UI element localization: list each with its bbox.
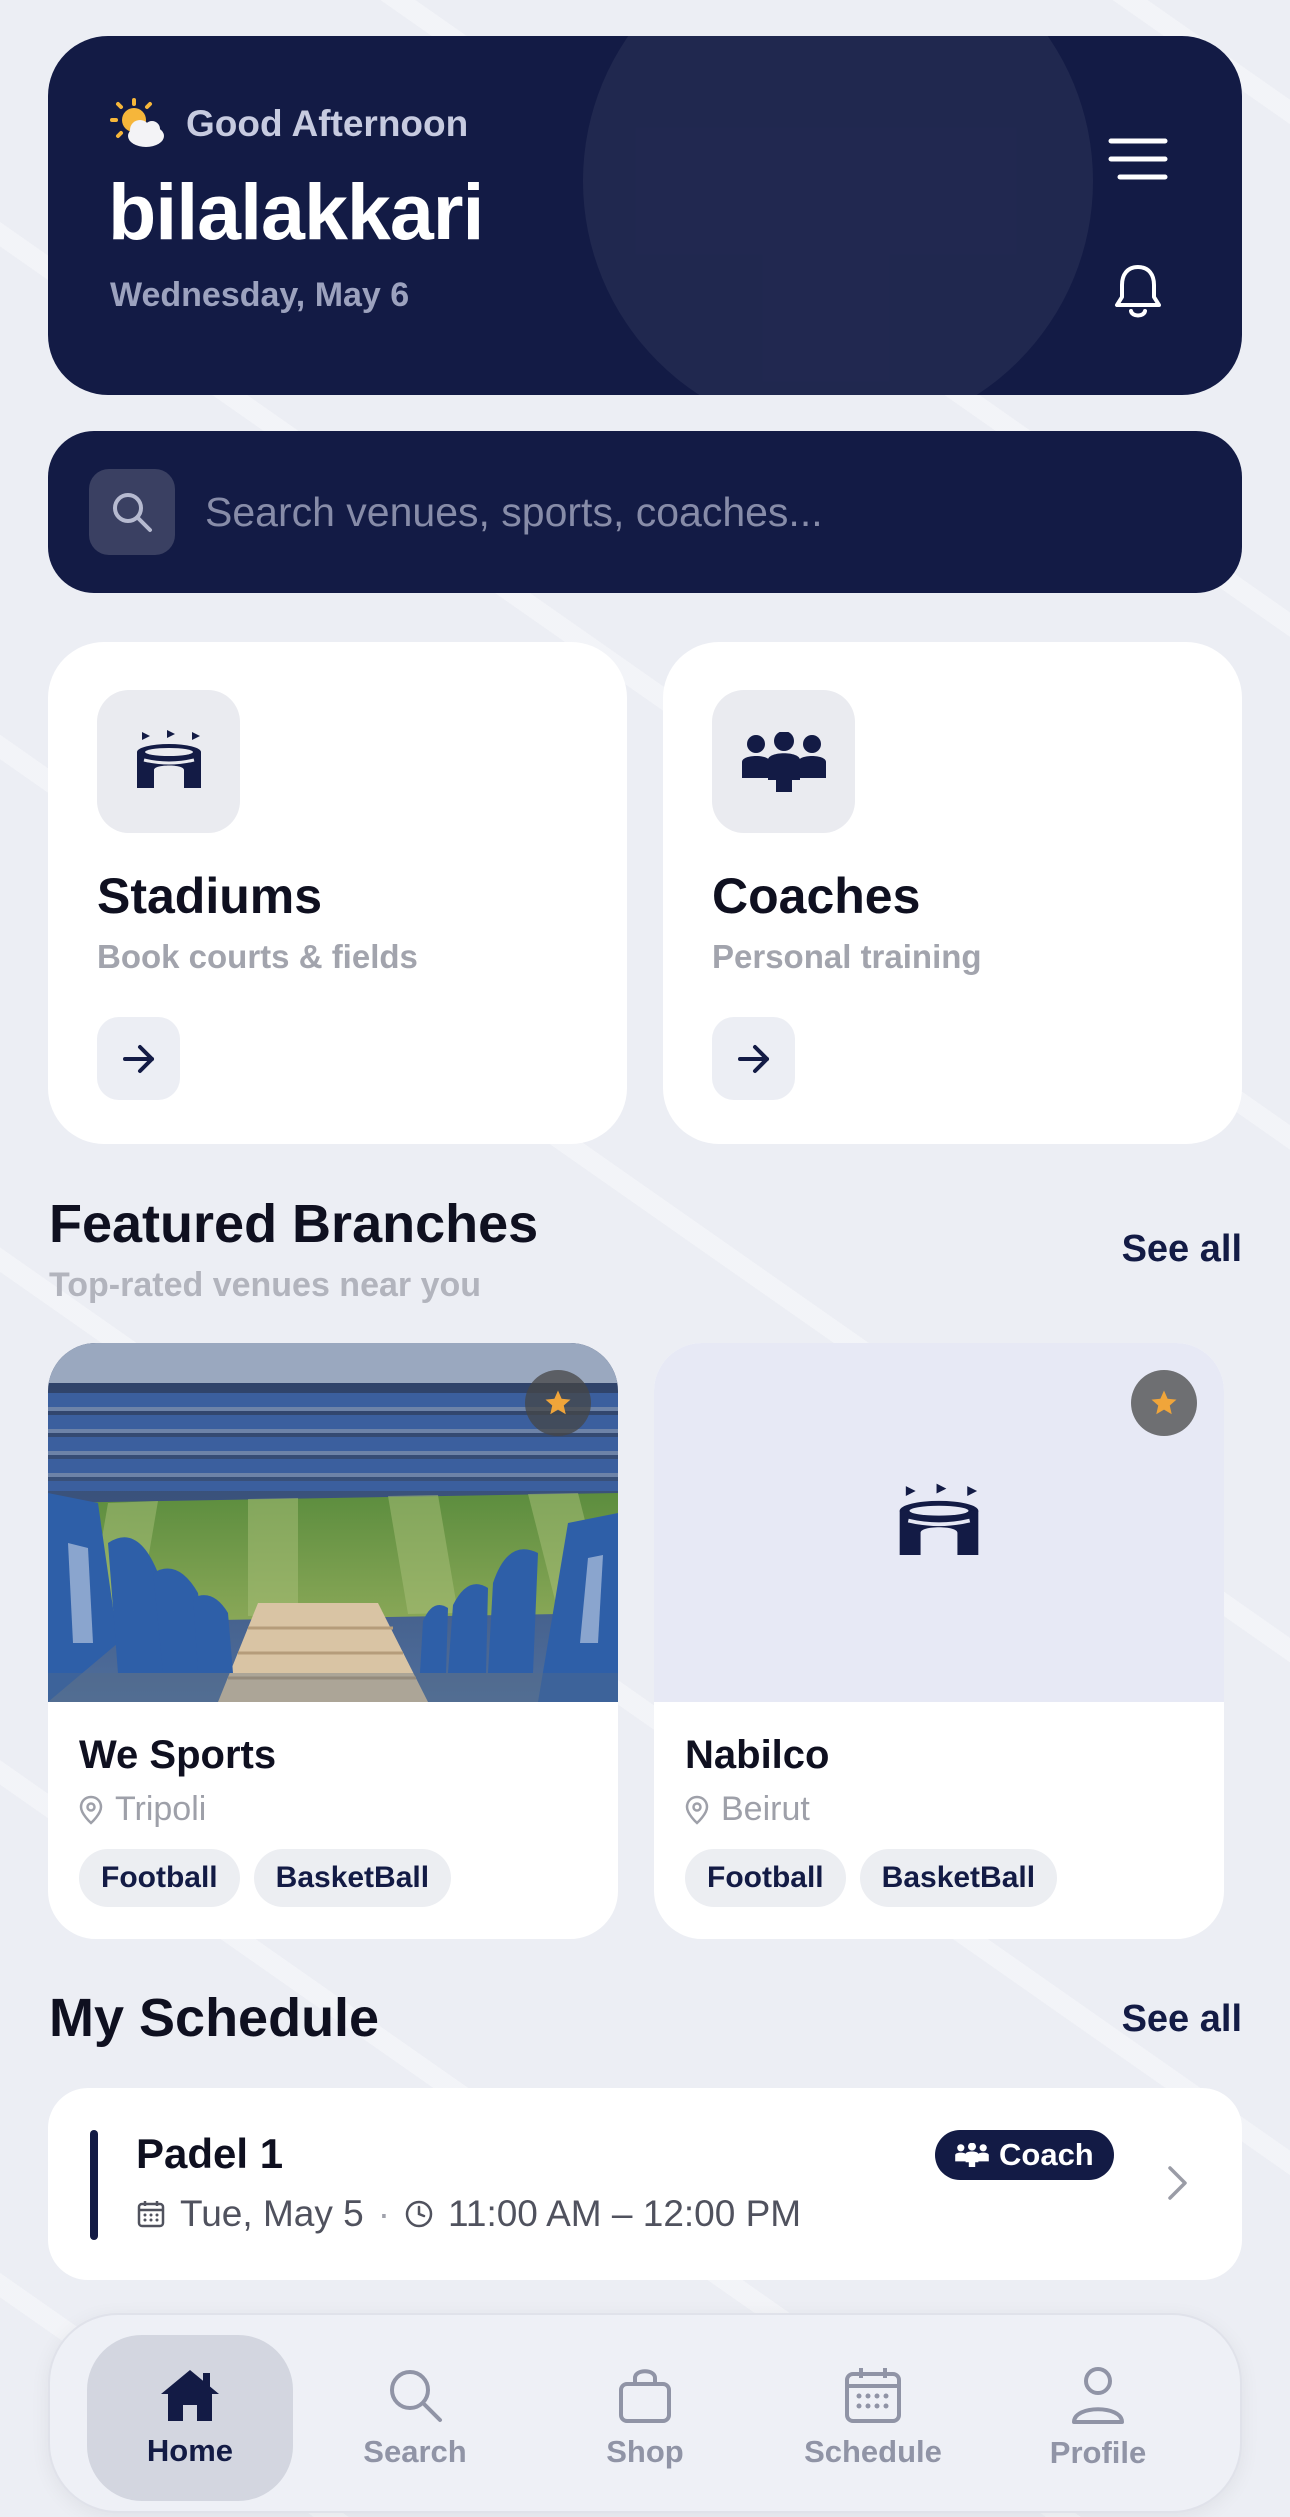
tab-home[interactable]: Home <box>87 2335 293 2501</box>
schedule-item-date: Tue, May 5 <box>180 2193 364 2234</box>
header-decoration <box>583 36 1093 395</box>
people-group-icon <box>955 2143 989 2167</box>
search-icon-container <box>89 469 175 555</box>
schedule-accent-bar <box>90 2130 98 2240</box>
greeting-header: Good Afternoon bilalakkari Wednesday, Ma… <box>48 36 1242 395</box>
username: bilalakkari <box>108 167 484 256</box>
tab-label: Schedule <box>804 2434 942 2469</box>
featured-branches-subtitle: Top-rated venues near you <box>49 1266 482 1304</box>
stadiums-arrow-button[interactable] <box>97 1017 180 1100</box>
featured-branches-title: Featured Branches <box>49 1194 539 1254</box>
bell-icon <box>1115 265 1161 318</box>
branch-card-we-sports[interactable]: We Sports Tripoli Football BasketBall <box>48 1343 618 1939</box>
sport-tag: Football <box>79 1849 240 1907</box>
coaches-icon-container <box>712 690 855 833</box>
bottom-tab-bar: Home Search Shop Schedule Profile <box>48 2313 1242 2513</box>
sport-tags: Football BasketBall <box>685 1849 1058 1907</box>
my-schedule-title: My Schedule <box>49 1988 380 2048</box>
location-pin-icon <box>79 1795 103 1825</box>
schedule-item-time: 11:00 AM – 12:00 PM <box>448 2193 802 2234</box>
schedule-item-title: Padel 1 <box>136 2130 284 2177</box>
category-title: Stadiums <box>97 868 323 924</box>
sport-tags: Football BasketBall <box>79 1849 452 1907</box>
stadium-icon <box>899 1483 979 1555</box>
branch-name: Nabilco <box>685 1733 830 1777</box>
schedule-see-all-link[interactable]: See all <box>1122 1998 1242 2041</box>
calendar-icon <box>137 2201 165 2228</box>
tab-search[interactable]: Search <box>312 2335 518 2501</box>
stadiums-card[interactable]: Stadiums Book courts & fields <box>48 642 627 1144</box>
chevron-right-icon <box>1168 2166 1187 2200</box>
star-icon <box>545 1390 571 1415</box>
coaches-card[interactable]: Coaches Personal training <box>663 642 1242 1144</box>
greeting-text: Good Afternoon <box>186 103 469 144</box>
location-pin-icon <box>685 1795 709 1825</box>
featured-star-badge <box>1131 1370 1197 1436</box>
coaches-arrow-button[interactable] <box>712 1017 795 1100</box>
search-icon <box>113 493 152 532</box>
weather-sun-cloud-icon <box>110 98 168 150</box>
stadium-photo <box>48 1343 618 1702</box>
tab-label: Profile <box>1049 2435 1147 2470</box>
sport-tag: BasketBall <box>859 1849 1058 1907</box>
stadium-icon <box>136 729 201 788</box>
sport-tag: BasketBall <box>253 1849 452 1907</box>
coach-badge: Coach <box>935 2130 1114 2180</box>
clock-icon <box>405 2200 433 2228</box>
branch-location-text: Beirut <box>721 1790 810 1828</box>
category-subtitle: Personal training <box>712 938 982 975</box>
person-icon <box>1072 2367 1124 2424</box>
tab-schedule[interactable]: Schedule <box>770 2335 976 2501</box>
branch-location-text: Tripoli <box>115 1790 207 1828</box>
calendar-icon <box>845 2368 901 2423</box>
menu-icon <box>1108 138 1168 180</box>
category-subtitle: Book courts & fields <box>97 938 418 975</box>
tab-shop[interactable]: Shop <box>542 2335 748 2501</box>
arrow-right-icon <box>737 1044 769 1073</box>
branch-location: Beirut <box>685 1790 810 1829</box>
search-input[interactable]: Search venues, sports, coaches... <box>205 489 823 536</box>
featured-see-all-link[interactable]: See all <box>1122 1228 1242 1271</box>
schedule-item[interactable]: Padel 1 Tue, May 5 · 11:00 AM – 12:00 PM… <box>48 2088 1242 2280</box>
stadium-placeholder <box>654 1343 1224 1702</box>
arrow-right-icon <box>122 1044 154 1073</box>
category-title: Coaches <box>712 868 921 924</box>
featured-star-badge <box>525 1370 591 1436</box>
search-bar[interactable]: Search venues, sports, coaches... <box>48 431 1242 593</box>
search-icon <box>390 2370 442 2422</box>
meta-separator: · <box>377 2193 391 2234</box>
branch-card-nabilco[interactable]: Nabilco Beirut Football BasketBall <box>654 1343 1224 1939</box>
schedule-item-chevron[interactable] <box>1158 2158 1198 2208</box>
branch-location: Tripoli <box>79 1790 206 1829</box>
stadium-icon-container <box>97 690 240 833</box>
schedule-item-meta: Tue, May 5 · 11:00 AM – 12:00 PM <box>136 2193 801 2235</box>
tab-profile[interactable]: Profile <box>995 2335 1201 2501</box>
tab-label: Search <box>363 2434 467 2469</box>
coach-badge-label: Coach <box>999 2137 1094 2172</box>
current-date: Wednesday, May 6 <box>110 276 410 314</box>
notifications-button[interactable] <box>1106 254 1170 330</box>
greeting-row: Good Afternoon <box>110 98 468 150</box>
tab-label: Home <box>146 2433 234 2468</box>
people-group-icon <box>741 731 826 792</box>
shopping-bag-icon <box>619 2369 671 2423</box>
sport-tag: Football <box>685 1849 846 1907</box>
menu-button[interactable] <box>1098 124 1178 194</box>
star-icon <box>1151 1390 1177 1415</box>
branch-name: We Sports <box>79 1733 277 1777</box>
tab-label: Shop <box>606 2434 684 2469</box>
home-icon <box>161 2370 219 2421</box>
